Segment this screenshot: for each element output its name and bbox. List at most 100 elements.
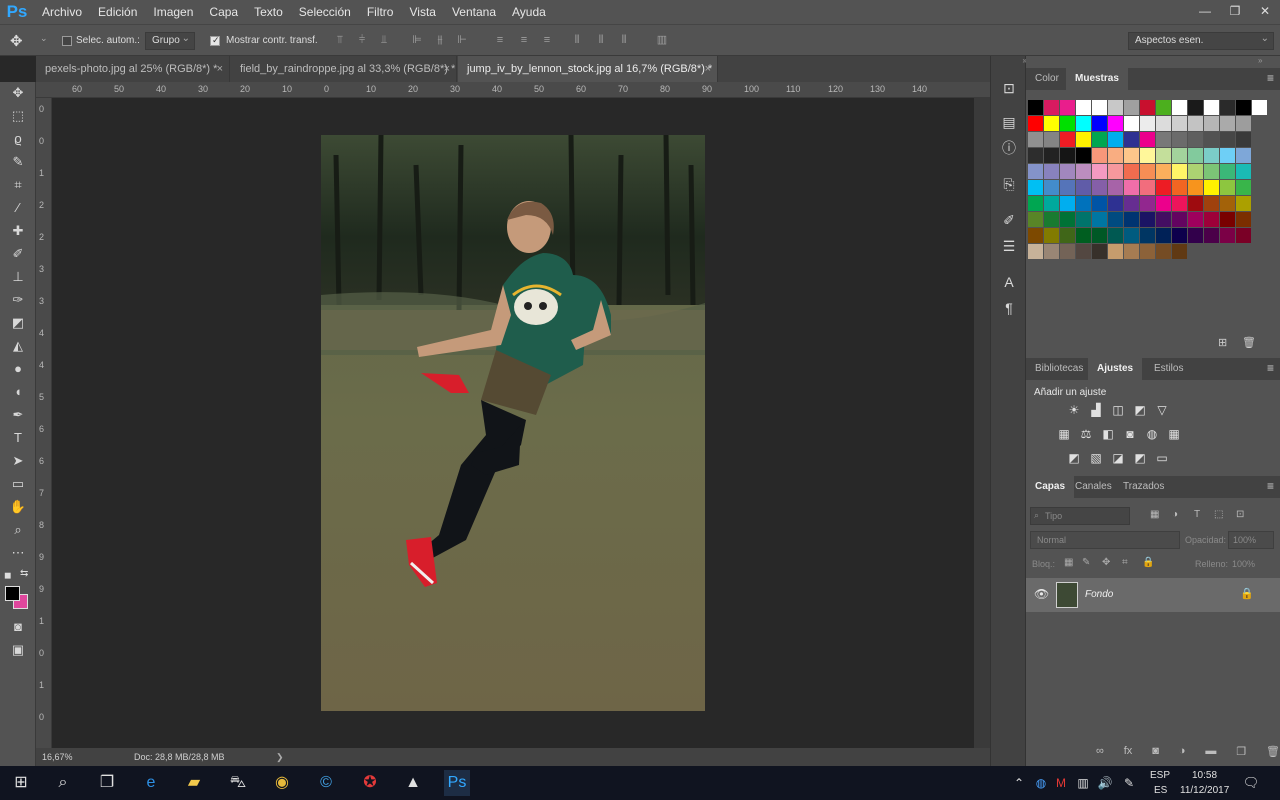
color-swatch[interactable] xyxy=(1092,180,1107,195)
color-swatch[interactable] xyxy=(1092,212,1107,227)
color-swatch[interactable] xyxy=(1204,228,1219,243)
color-swatch[interactable] xyxy=(1092,100,1107,115)
history-panel-icon[interactable]: ⊡ xyxy=(999,78,1019,98)
new-group-icon[interactable]: ▬ xyxy=(1205,745,1216,761)
color-swatch[interactable] xyxy=(1108,244,1123,259)
color-swatch[interactable] xyxy=(1108,180,1123,195)
color-swatch[interactable] xyxy=(1108,196,1123,211)
lock-position-icon[interactable]: ✥ xyxy=(1102,557,1110,568)
color-swatch[interactable] xyxy=(1044,244,1059,259)
color-swatch[interactable] xyxy=(1156,100,1171,115)
color-swatch[interactable] xyxy=(1076,116,1091,131)
color-swatch[interactable] xyxy=(1172,196,1187,211)
color-swatch[interactable] xyxy=(1156,180,1171,195)
threshold-adjust-icon[interactable]: ◪ xyxy=(1110,450,1126,466)
tab-color[interactable]: Color xyxy=(1026,68,1068,90)
color-swatch[interactable] xyxy=(1156,196,1171,211)
color-swatch[interactable] xyxy=(1124,116,1139,131)
menu-vista[interactable]: Vista xyxy=(401,0,443,24)
color-swatch[interactable] xyxy=(1076,100,1091,115)
filter-pixel-icon[interactable]: ▦ xyxy=(1150,509,1159,520)
menu-ayuda[interactable]: Ayuda xyxy=(504,0,554,24)
invert-adjust-icon[interactable]: ◩ xyxy=(1066,450,1082,466)
color-swatch[interactable] xyxy=(1140,100,1155,115)
menu-filtro[interactable]: Filtro xyxy=(359,0,402,24)
color-swatch[interactable] xyxy=(1140,180,1155,195)
lasso-tool-icon[interactable]: ϱ xyxy=(6,129,30,149)
tab-close-icon[interactable]: × xyxy=(217,56,223,82)
minimize-button[interactable]: — xyxy=(1190,0,1220,24)
color-swatch[interactable] xyxy=(1044,196,1059,211)
color-swatch[interactable] xyxy=(1124,244,1139,259)
filter-smart-object-icon[interactable]: ⊡ xyxy=(1236,509,1244,520)
color-swatch[interactable] xyxy=(1156,132,1171,147)
lock-transparency-icon[interactable]: ▦ xyxy=(1064,557,1073,568)
character-panel-icon[interactable]: A xyxy=(999,272,1019,292)
color-swatch[interactable] xyxy=(1236,180,1251,195)
vertical-scrollbar[interactable] xyxy=(974,98,990,748)
color-swatch[interactable] xyxy=(1204,132,1219,147)
chrome-icon[interactable]: ◉ xyxy=(269,770,295,796)
color-swatch[interactable] xyxy=(1236,212,1251,227)
search-icon[interactable]: ⌕ xyxy=(50,770,76,796)
align-vcenter-icon[interactable]: ⫩ xyxy=(356,34,368,46)
color-swatch[interactable] xyxy=(1124,132,1139,147)
menu-imagen[interactable]: Imagen xyxy=(145,0,201,24)
color-swatch[interactable] xyxy=(1076,244,1091,259)
color-swatch[interactable] xyxy=(1124,100,1139,115)
color-swatch[interactable] xyxy=(1220,116,1235,131)
color-swatch[interactable] xyxy=(1204,164,1219,179)
color-swatch[interactable] xyxy=(1044,100,1059,115)
file-explorer-icon[interactable]: ▰ xyxy=(181,770,207,796)
distribute-hcenter-icon[interactable]: ⦀ xyxy=(595,34,607,46)
history-brush-tool-icon[interactable]: ✑ xyxy=(6,290,30,310)
menu-capa[interactable]: Capa xyxy=(201,0,246,24)
color-swatch[interactable] xyxy=(1204,116,1219,131)
task-view-icon[interactable]: ❐ xyxy=(94,770,120,796)
filter-adjustment-icon[interactable]: ◑ xyxy=(1172,509,1178,520)
lock-artboard-icon[interactable]: ⌗ xyxy=(1122,557,1128,568)
color-swatch[interactable] xyxy=(1076,164,1091,179)
color-swatch[interactable] xyxy=(1092,244,1107,259)
color-swatch[interactable] xyxy=(1188,196,1203,211)
paragraph-panel-icon[interactable]: ¶ xyxy=(999,298,1019,318)
selective-color-adjust-icon[interactable]: ◩ xyxy=(1132,450,1148,466)
color-swatch[interactable] xyxy=(1188,212,1203,227)
color-swatch[interactable] xyxy=(1044,148,1059,163)
color-swatch[interactable] xyxy=(1220,132,1235,147)
color-swatch[interactable] xyxy=(1188,116,1203,131)
clock-date[interactable]: 11/12/2017 xyxy=(1180,785,1229,796)
color-swatch[interactable] xyxy=(1204,180,1219,195)
distribute-right-icon[interactable]: ⦀ xyxy=(618,34,630,46)
color-swatch[interactable] xyxy=(1028,228,1043,243)
color-swatch[interactable] xyxy=(1220,196,1235,211)
tab-field-by-raindroppe[interactable]: field_by_raindroppe.jpg al 33,3% (RGB/8*… xyxy=(231,56,457,82)
rectangle-tool-icon[interactable]: ▭ xyxy=(6,474,30,494)
tab-ajustes[interactable]: Ajustes xyxy=(1088,358,1143,380)
color-swatch[interactable] xyxy=(1060,148,1075,163)
color-swatch[interactable] xyxy=(1028,196,1043,211)
panel-menu-icon[interactable]: ≡ xyxy=(1267,68,1274,88)
color-swatch[interactable] xyxy=(1028,116,1043,131)
status-menu-chevron-icon[interactable]: ❯ xyxy=(276,752,284,763)
color-swatch[interactable] xyxy=(1060,196,1075,211)
layer-row-fondo[interactable]: 👁 Fondo 🔒 xyxy=(1026,578,1280,612)
color-swatch[interactable] xyxy=(1236,116,1251,131)
color-swatch[interactable] xyxy=(1028,180,1043,195)
color-swatch[interactable] xyxy=(1076,148,1091,163)
color-swatch[interactable] xyxy=(1140,148,1155,163)
color-swatch[interactable] xyxy=(1172,164,1187,179)
color-swatch[interactable] xyxy=(1060,164,1075,179)
color-swatch[interactable] xyxy=(1172,212,1187,227)
link-layers-icon[interactable]: ∞ xyxy=(1096,745,1104,761)
color-swatch[interactable] xyxy=(1044,228,1059,243)
lock-all-icon[interactable]: 🔒 xyxy=(1142,557,1154,568)
color-swatch[interactable] xyxy=(1076,228,1091,243)
distribute-top-icon[interactable]: ≡ xyxy=(494,34,506,46)
color-swatch[interactable] xyxy=(1172,116,1187,131)
menu-edicion[interactable]: Edición xyxy=(90,0,145,24)
tab-estilos[interactable]: Estilos xyxy=(1145,358,1192,380)
zoom-level[interactable]: 16,67% xyxy=(42,752,73,762)
color-swatch[interactable] xyxy=(1108,212,1123,227)
filter-shape-icon[interactable]: ⬚ xyxy=(1214,509,1223,520)
